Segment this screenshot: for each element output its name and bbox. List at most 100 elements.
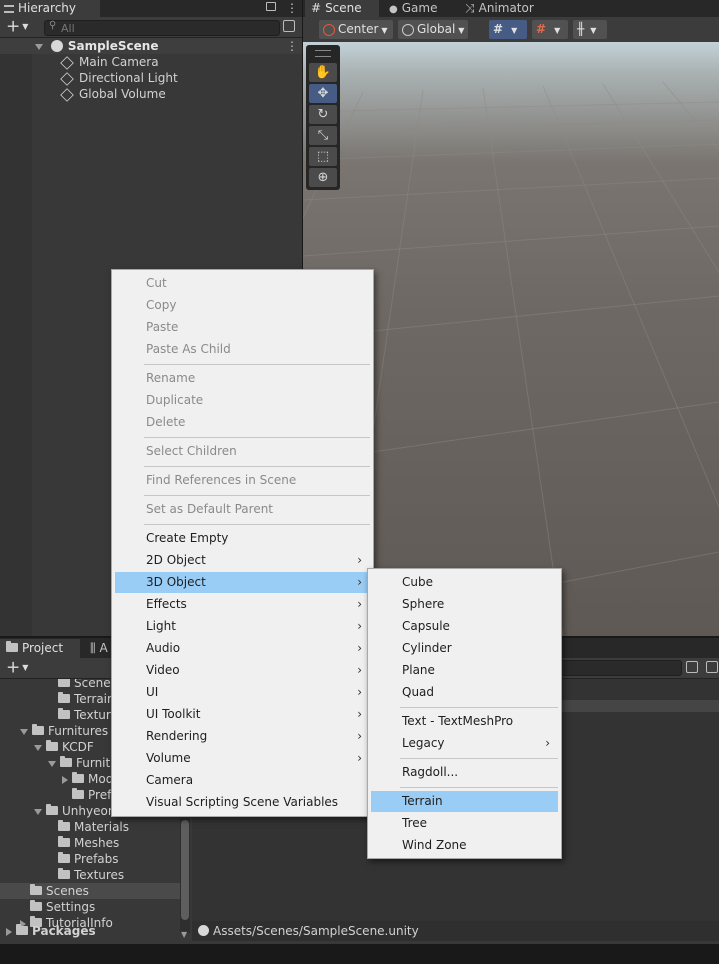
expand-arrow-icon[interactable] [34, 744, 42, 751]
more-options-icon[interactable]: ⋮ [286, 0, 298, 16]
search-by-type-icon[interactable] [686, 661, 698, 673]
menu-separator [144, 437, 370, 438]
tree-item-textures[interactable]: Textures [0, 867, 180, 883]
tree-item-prefabs[interactable]: Prefabs [0, 851, 180, 867]
search-icon: ⚲ [49, 20, 57, 31]
tree-item-label: Prefabs [74, 852, 119, 866]
rect-tool-button[interactable]: ⬚ [309, 147, 337, 166]
tab-hierarchy[interactable]: Hierarchy [0, 0, 100, 17]
menu-item-label: Plane [402, 663, 435, 677]
menu-item-text-textmeshpro[interactable]: Text - TextMeshPro [371, 711, 558, 732]
lock-icon[interactable] [266, 2, 276, 11]
menu-item-effects[interactable]: Effects › [115, 594, 370, 615]
scene-row[interactable]: SampleScene [0, 38, 302, 54]
scene-options-icon[interactable]: ⋮ [286, 38, 298, 54]
menu-item-quad[interactable]: Quad [371, 682, 558, 703]
tab-label: Animator [478, 1, 534, 15]
menu-item-visual-scripting-scene-variables[interactable]: Visual Scripting Scene Variables [115, 792, 370, 813]
tree-scrollbar[interactable] [180, 818, 190, 933]
create-add-button[interactable]: + ▼ [6, 18, 28, 36]
menu-item-video[interactable]: Video › [115, 660, 370, 681]
menu-item-tree[interactable]: Tree [371, 813, 558, 834]
menu-item-rendering[interactable]: Rendering › [115, 726, 370, 747]
menu-item-light[interactable]: Light › [115, 616, 370, 637]
search-input[interactable] [61, 21, 261, 35]
tree-item-meshes[interactable]: Meshes [0, 835, 180, 851]
menu-separator [144, 364, 370, 365]
tab-scene[interactable]: # Scene [305, 0, 379, 17]
menu-item-label: Sphere [402, 597, 445, 611]
tree-item-packages[interactable]: Packages [0, 923, 180, 939]
tree-item-settings[interactable]: Settings [0, 899, 180, 915]
menu-item-ui[interactable]: UI › [115, 682, 370, 703]
scrollbar-thumb[interactable] [181, 820, 189, 920]
menu-item-2d-object[interactable]: 2D Object › [115, 550, 370, 571]
hierarchy-item-directional-light[interactable]: Directional Light [0, 70, 178, 86]
menu-item-label: Terrain [402, 794, 443, 808]
menu-item-create-empty[interactable]: Create Empty [115, 528, 370, 549]
menu-item-legacy[interactable]: Legacy › [371, 733, 558, 754]
tab-animator[interactable]: ⤨ Animator [459, 0, 540, 17]
hierarchy-item-global-volume[interactable]: Global Volume [0, 86, 166, 102]
overlay-drag-handle[interactable] [315, 50, 331, 57]
menu-separator [400, 787, 558, 788]
menu-item-ragdoll[interactable]: Ragdoll... [371, 762, 558, 783]
folder-icon [58, 852, 70, 863]
project-path-bar: Assets/Scenes/SampleScene.unity [192, 921, 719, 941]
menu-item-terrain[interactable]: Terrain [371, 791, 558, 812]
tab-label: Scene [325, 1, 362, 15]
menu-item-volume[interactable]: Volume › [115, 748, 370, 769]
tree-item-materials[interactable]: Materials [0, 819, 180, 835]
expand-arrow-icon[interactable] [34, 808, 42, 815]
globe-icon [402, 23, 414, 36]
rotate-tool-button[interactable]: ↻ [309, 105, 337, 124]
menu-item-plane[interactable]: Plane [371, 660, 558, 681]
menu-item-cylinder[interactable]: Cylinder [371, 638, 558, 659]
expand-arrow-icon[interactable] [48, 760, 56, 767]
grid-icon: # [536, 22, 547, 36]
pivot-mode-dropdown[interactable]: Center ▼ [319, 20, 393, 39]
chevron-down-icon: ▼ [22, 22, 29, 31]
move-tool-button[interactable]: ✥ [309, 84, 337, 103]
search-by-type-icon[interactable] [283, 20, 295, 32]
menu-item-sphere[interactable]: Sphere [371, 594, 558, 615]
folder-icon [72, 788, 84, 799]
menu-item-select-children: Select Children [115, 441, 370, 462]
pivot-mode-label: Center [338, 22, 379, 36]
menu-item-label: Visual Scripting Scene Variables [146, 795, 339, 809]
project-search-field[interactable] [560, 660, 682, 676]
hierarchy-item-main-camera[interactable]: Main Camera [0, 54, 159, 70]
asset-path-label: Assets/Scenes/SampleScene.unity [213, 924, 419, 938]
menu-item-audio[interactable]: Audio › [115, 638, 370, 659]
scroll-down-arrow-icon[interactable]: ▼ [181, 930, 187, 939]
chevron-right-icon: › [357, 641, 362, 655]
tab-console[interactable]: ⫼ A [84, 639, 114, 658]
folder-icon [32, 724, 44, 735]
scale-tool-button[interactable]: ⤡ [309, 126, 337, 145]
expand-arrow-icon[interactable] [20, 728, 28, 735]
hierarchy-search[interactable]: ⚲ [44, 20, 280, 36]
menu-item-ui-toolkit[interactable]: UI Toolkit › [115, 704, 370, 725]
project-create-button[interactable]: + ▼ [6, 659, 28, 677]
grid-snap-toggle[interactable]: # ▼ [489, 20, 527, 39]
menu-item-capsule[interactable]: Capsule [371, 616, 558, 637]
increment-snap-dropdown[interactable]: ╫ ▼ [573, 20, 607, 39]
menu-item-cube[interactable]: Cube [371, 572, 558, 593]
expand-arrow-icon[interactable] [6, 927, 12, 936]
expand-arrow-icon[interactable] [62, 775, 68, 784]
pivot-rotation-dropdown[interactable]: Global ▼ [398, 20, 468, 39]
tab-project[interactable]: Project [0, 639, 80, 658]
tree-item-scenes[interactable]: Scenes [0, 883, 180, 899]
grid-visibility-dropdown[interactable]: # ▼ [532, 20, 568, 39]
transform-tool-button[interactable]: ⊕ [309, 168, 337, 187]
menu-item-camera[interactable]: Camera [115, 770, 370, 791]
console-icon: ⫼ [90, 641, 96, 655]
search-by-label-icon[interactable] [706, 661, 718, 673]
expand-arrow-icon[interactable] [35, 43, 43, 50]
tab-game[interactable]: ● Game [383, 0, 443, 17]
hand-tool-button[interactable]: ✋ [309, 63, 337, 82]
chevron-right-icon: › [357, 553, 362, 567]
move-arrows-icon: ✥ [317, 86, 329, 101]
menu-item-wind-zone[interactable]: Wind Zone [371, 835, 558, 856]
menu-item-3d-object[interactable]: 3D Object › [115, 572, 370, 593]
